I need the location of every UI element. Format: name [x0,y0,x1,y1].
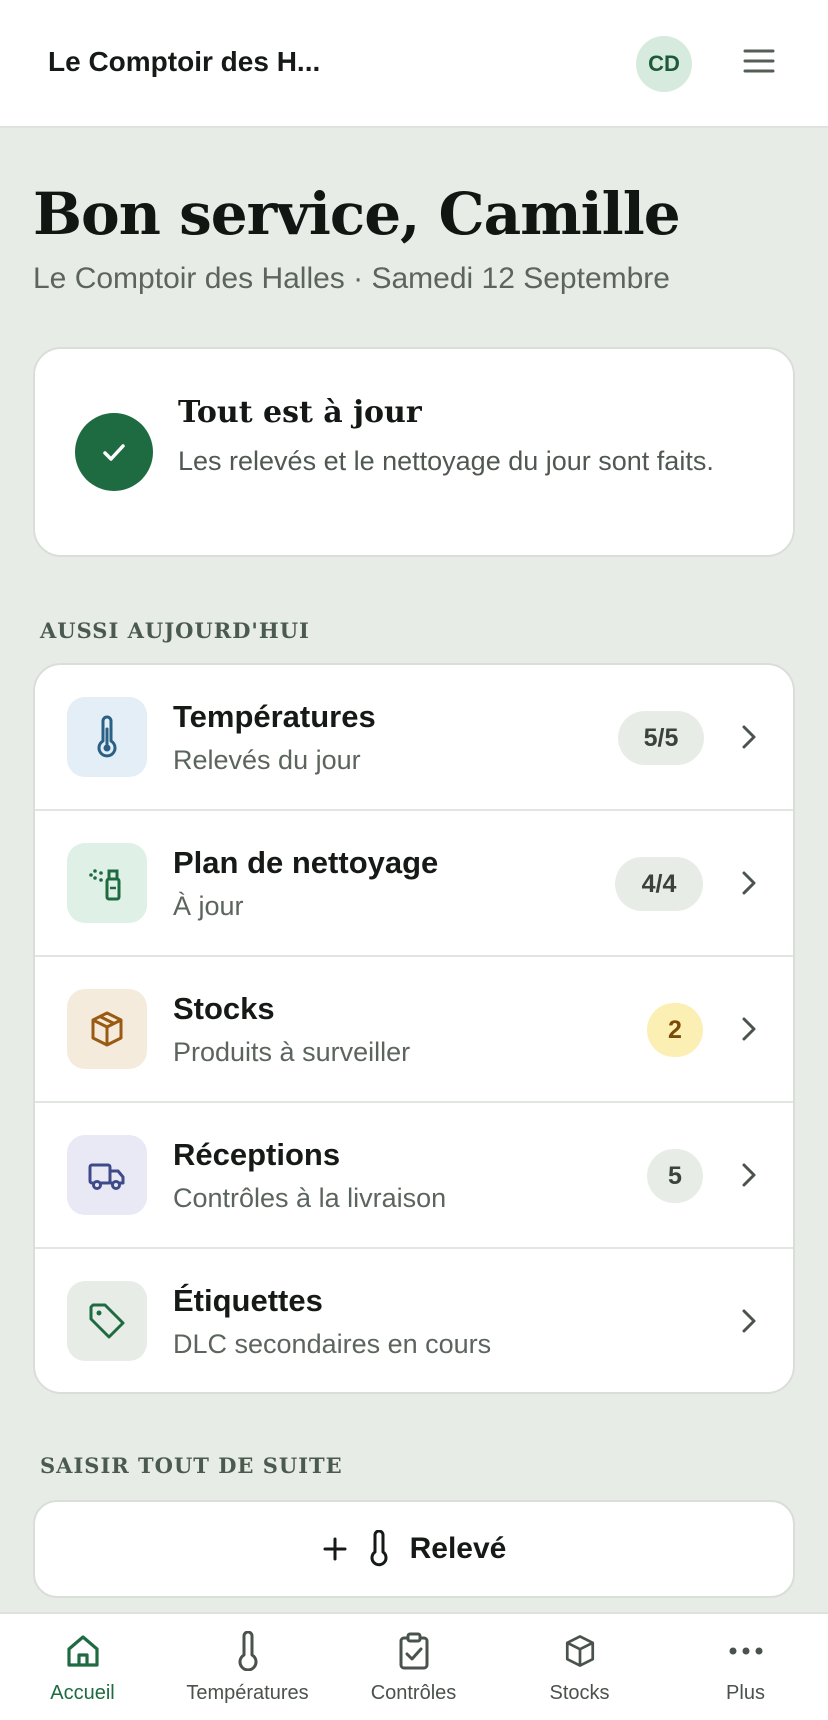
tag-icon [67,1281,147,1361]
check-icon [75,413,153,491]
page-subtitle: Le Comptoir des Halles · Samedi 12 Septe… [33,262,670,295]
nav-item-stocks[interactable]: Stocks [497,1614,662,1720]
nav-item-more[interactable]: Plus [663,1614,828,1720]
thermometer-icon [234,1630,262,1672]
row-subtitle: À jour [173,891,244,921]
plus-icon [323,1537,347,1561]
nav-label: Températures [186,1682,309,1704]
menu-button[interactable] [742,44,776,78]
list-item-cleaning-plan[interactable]: Plan de nettoyage À jour 4/4 [35,811,793,957]
thermometer-icon [370,1530,388,1567]
chevron-right-icon [735,1307,763,1335]
clipboard-check-icon [396,1630,432,1672]
count-badge: 5 [647,1149,703,1203]
add-reading-button[interactable]: Relevé [33,1500,795,1598]
nav-label: Plus [726,1682,765,1704]
status-description: Les relevés et le nettoyage du jour sont… [178,446,714,476]
add-reading-label: Relevé [409,1532,507,1565]
list-item-temperatures[interactable]: Températures Relevés du jour 5/5 [35,665,793,811]
list-item-receptions[interactable]: Réceptions Contrôles à la livraison 5 [35,1103,793,1249]
row-subtitle: Produits à surveiller [173,1037,411,1067]
page-title: Bon service, Camille [33,180,681,248]
chevron-right-icon [735,1015,763,1043]
row-title: Températures [173,699,376,734]
box-icon [560,1630,600,1672]
row-subtitle: Contrôles à la livraison [173,1183,447,1213]
chevron-right-icon [735,1161,763,1189]
section-label-quick-entry: SAISIR TOUT DE SUITE [40,1453,343,1478]
row-title: Stocks [173,991,275,1026]
count-badge: 4/4 [615,857,703,911]
spray-bottle-icon [67,843,147,923]
nav-label: Accueil [50,1682,115,1704]
row-title: Plan de nettoyage [173,845,439,880]
row-title: Réceptions [173,1137,341,1172]
avatar[interactable]: CD [636,36,692,92]
home-icon [63,1630,103,1672]
count-badge: 5/5 [618,711,704,765]
row-subtitle: Relevés du jour [173,745,361,775]
thermometer-icon [67,697,147,777]
more-icon [728,1630,764,1672]
list-item-labels[interactable]: Étiquettes DLC secondaires en cours [35,1249,793,1392]
truck-icon [67,1135,147,1215]
section-label-today: AUSSI AUJOURD'HUI [40,618,310,643]
top-bar: Le Comptoir des H... CD [0,0,828,128]
chevron-right-icon [735,723,763,751]
status-title: Tout est à jour [178,395,422,430]
nav-label: Stocks [549,1682,610,1704]
nav-item-controls[interactable]: Contrôles [331,1614,496,1720]
list-item-stocks[interactable]: Stocks Produits à surveiller 2 [35,957,793,1103]
hamburger-icon [743,49,775,73]
count-badge: 2 [647,1003,703,1057]
nav-label: Contrôles [370,1682,457,1704]
app-name[interactable]: Le Comptoir des H... [48,46,320,78]
today-list: Températures Relevés du jour 5/5 Plan de… [33,663,795,1394]
row-subtitle: DLC secondaires en cours [173,1329,492,1359]
nav-item-temperatures[interactable]: Températures [165,1614,330,1720]
nav-item-home[interactable]: Accueil [0,1614,165,1720]
row-title: Étiquettes [173,1283,323,1318]
bottom-nav: Accueil Températures Contrôles Stocks Pl… [0,1612,828,1720]
status-card: Tout est à jour Les relevés et le nettoy… [33,347,795,557]
box-icon [67,989,147,1069]
chevron-right-icon [735,869,763,897]
